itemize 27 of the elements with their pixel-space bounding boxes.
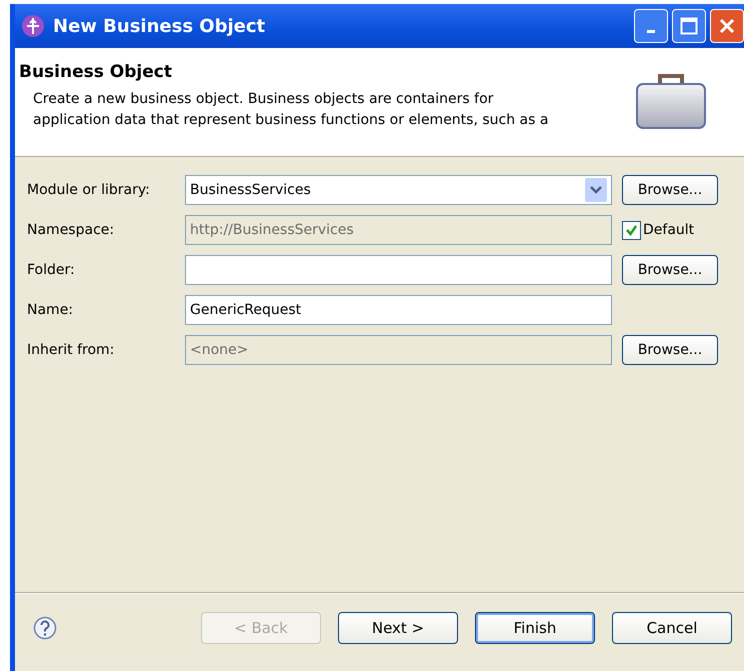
- dialog-button[interactable]: Finish: [475, 612, 595, 644]
- page-description: Create a new business object. Business objects are containers for application data that represent business functions or elements, such as a: [32, 90, 550, 130]
- field-label: Module or library:: [27, 182, 151, 198]
- help-icon[interactable]: [33, 616, 57, 640]
- maximize-button[interactable]: [672, 9, 706, 43]
- minimize-button[interactable]: [634, 9, 668, 43]
- field-label: Name:: [27, 302, 74, 318]
- close-button[interactable]: [710, 9, 744, 43]
- dialog-button[interactable]: Next >: [338, 612, 458, 644]
- check-icon: [625, 224, 638, 236]
- dropdown[interactable]: BusinessServices: [185, 175, 612, 205]
- window-title: New Business Object: [53, 16, 266, 36]
- text-field[interactable]: [185, 255, 612, 285]
- close-icon: [718, 17, 736, 35]
- dialog-button[interactable]: Cancel: [612, 612, 732, 644]
- text-field: http://BusinessServices: [185, 215, 612, 245]
- field-label: Folder:: [27, 262, 76, 278]
- text-field[interactable]: GenericRequest: [185, 295, 612, 325]
- minimize-icon: [647, 30, 655, 32]
- field-label: Inherit from:: [27, 342, 116, 358]
- text-field: <none>: [185, 335, 612, 365]
- app-icon: [21, 14, 45, 38]
- browse-button[interactable]: Browse...: [622, 255, 718, 285]
- browse-button[interactable]: Browse...: [622, 175, 718, 205]
- field-label: Namespace:: [27, 222, 116, 238]
- maximize-icon: [680, 17, 698, 35]
- page-title: Business Object: [19, 62, 173, 82]
